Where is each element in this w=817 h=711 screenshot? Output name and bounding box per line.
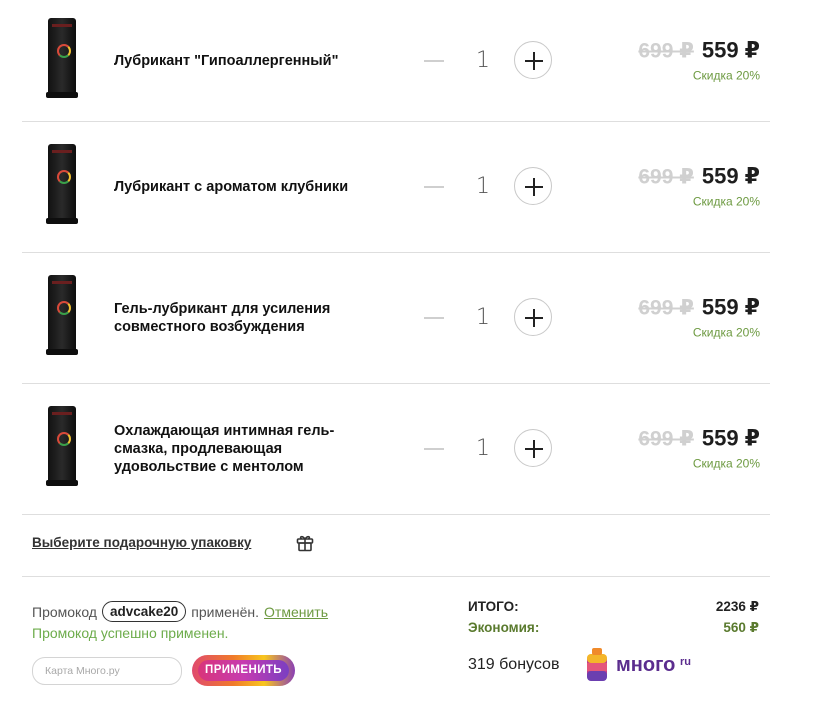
- product-image[interactable]: [42, 144, 82, 224]
- price-block: 699 ₽ 559 ₽ Скидка 20%: [590, 426, 760, 471]
- promo-success-message: Промокод успешно применен.: [32, 625, 229, 641]
- quantity-value: 1: [476, 436, 490, 461]
- increase-button[interactable]: [514, 167, 552, 205]
- price-block: 699 ₽ 559 ₽ Скидка 20%: [590, 295, 760, 340]
- quantity-stepper: 1: [418, 429, 558, 469]
- old-price: 699 ₽: [638, 165, 694, 189]
- product-image[interactable]: [42, 275, 82, 355]
- promo-applied-text: применён.: [191, 603, 260, 620]
- cancel-promo-link[interactable]: Отменить: [264, 604, 328, 620]
- mnogo-logo-text: много: [616, 654, 676, 676]
- increase-button[interactable]: [514, 429, 552, 467]
- increase-button[interactable]: [514, 40, 552, 79]
- decrease-button[interactable]: [424, 186, 444, 188]
- promo-code-badge: advcake20: [101, 601, 187, 622]
- cart-item: Лубрикант с ароматом клубники 1 699 ₽ 559…: [22, 122, 770, 253]
- loyalty-card-input[interactable]: [32, 657, 182, 685]
- price-block: 699 ₽ 559 ₽ Скидка 20%: [590, 164, 760, 209]
- current-price: 559 ₽: [701, 163, 760, 189]
- gift-icon[interactable]: [296, 534, 314, 552]
- current-price: 559 ₽: [701, 37, 760, 62]
- product-name[interactable]: Охлаждающая интимная гель-смазка, продле…: [114, 422, 364, 476]
- decrease-button[interactable]: [424, 448, 444, 450]
- quantity-value: 1: [476, 174, 490, 199]
- cart-item: Гель-лубрикант для усиления совместного …: [22, 253, 770, 384]
- quantity-stepper: 1: [418, 167, 558, 207]
- total-label: ИТОГО:: [468, 599, 519, 614]
- product-name[interactable]: Лубрикант с ароматом клубники: [114, 178, 364, 196]
- mnogo-logo-icon: [587, 648, 607, 681]
- cart-item: Лубрикант "Гипоаллергенный" 1 699 ₽ 559 ₽…: [22, 0, 770, 122]
- promo-prefix: Промокод: [32, 603, 97, 620]
- decrease-button[interactable]: [424, 317, 444, 319]
- cart-list: Лубрикант "Гипоаллергенный" 1 699 ₽ 559 ₽…: [22, 0, 770, 515]
- decrease-button[interactable]: [424, 59, 444, 62]
- old-price: 699 ₽: [638, 296, 694, 320]
- product-name[interactable]: Лубрикант "Гипоаллергенный": [114, 52, 364, 70]
- product-image[interactable]: [42, 18, 82, 98]
- apply-button[interactable]: ПРИМЕНИТЬ: [192, 655, 295, 686]
- price-block: 699 ₽ 559 ₽ Скидка 20%: [590, 37, 760, 82]
- total-value: 2236 ₽: [715, 599, 759, 614]
- product-image[interactable]: [42, 406, 82, 486]
- current-price: 559 ₽: [701, 425, 760, 451]
- quantity-stepper: 1: [418, 40, 558, 81]
- discount-label: Скидка 20%: [692, 456, 760, 471]
- discount-label: Скидка 20%: [692, 194, 760, 209]
- product-name[interactable]: Гель-лубрикант для усиления совместного …: [114, 300, 364, 336]
- discount-label: Скидка 20%: [692, 325, 760, 340]
- old-price: 699 ₽: [638, 427, 694, 451]
- promo-status-line: Промокод advcake20 применён. Отменить: [32, 601, 328, 622]
- savings-label: Экономия:: [468, 620, 540, 635]
- gift-wrap-link[interactable]: Выберите подарочную упаковку: [32, 535, 251, 550]
- current-price: 559 ₽: [701, 294, 760, 320]
- section-divider: [22, 576, 770, 577]
- discount-label: Скидка 20%: [692, 68, 760, 82]
- quantity-value: 1: [476, 305, 490, 330]
- quantity-value: 1: [476, 47, 490, 73]
- mnogo-logo-suffix: ru: [680, 656, 691, 668]
- apply-button-label: ПРИМЕНИТЬ: [198, 660, 289, 681]
- old-price: 699 ₽: [638, 39, 694, 62]
- increase-button[interactable]: [514, 298, 552, 336]
- cart-item: Охлаждающая интимная гель-смазка, продле…: [22, 384, 770, 515]
- quantity-stepper: 1: [418, 298, 558, 338]
- bonus-count: 319 бонусов: [468, 656, 560, 673]
- savings-value: 560 ₽: [723, 620, 759, 635]
